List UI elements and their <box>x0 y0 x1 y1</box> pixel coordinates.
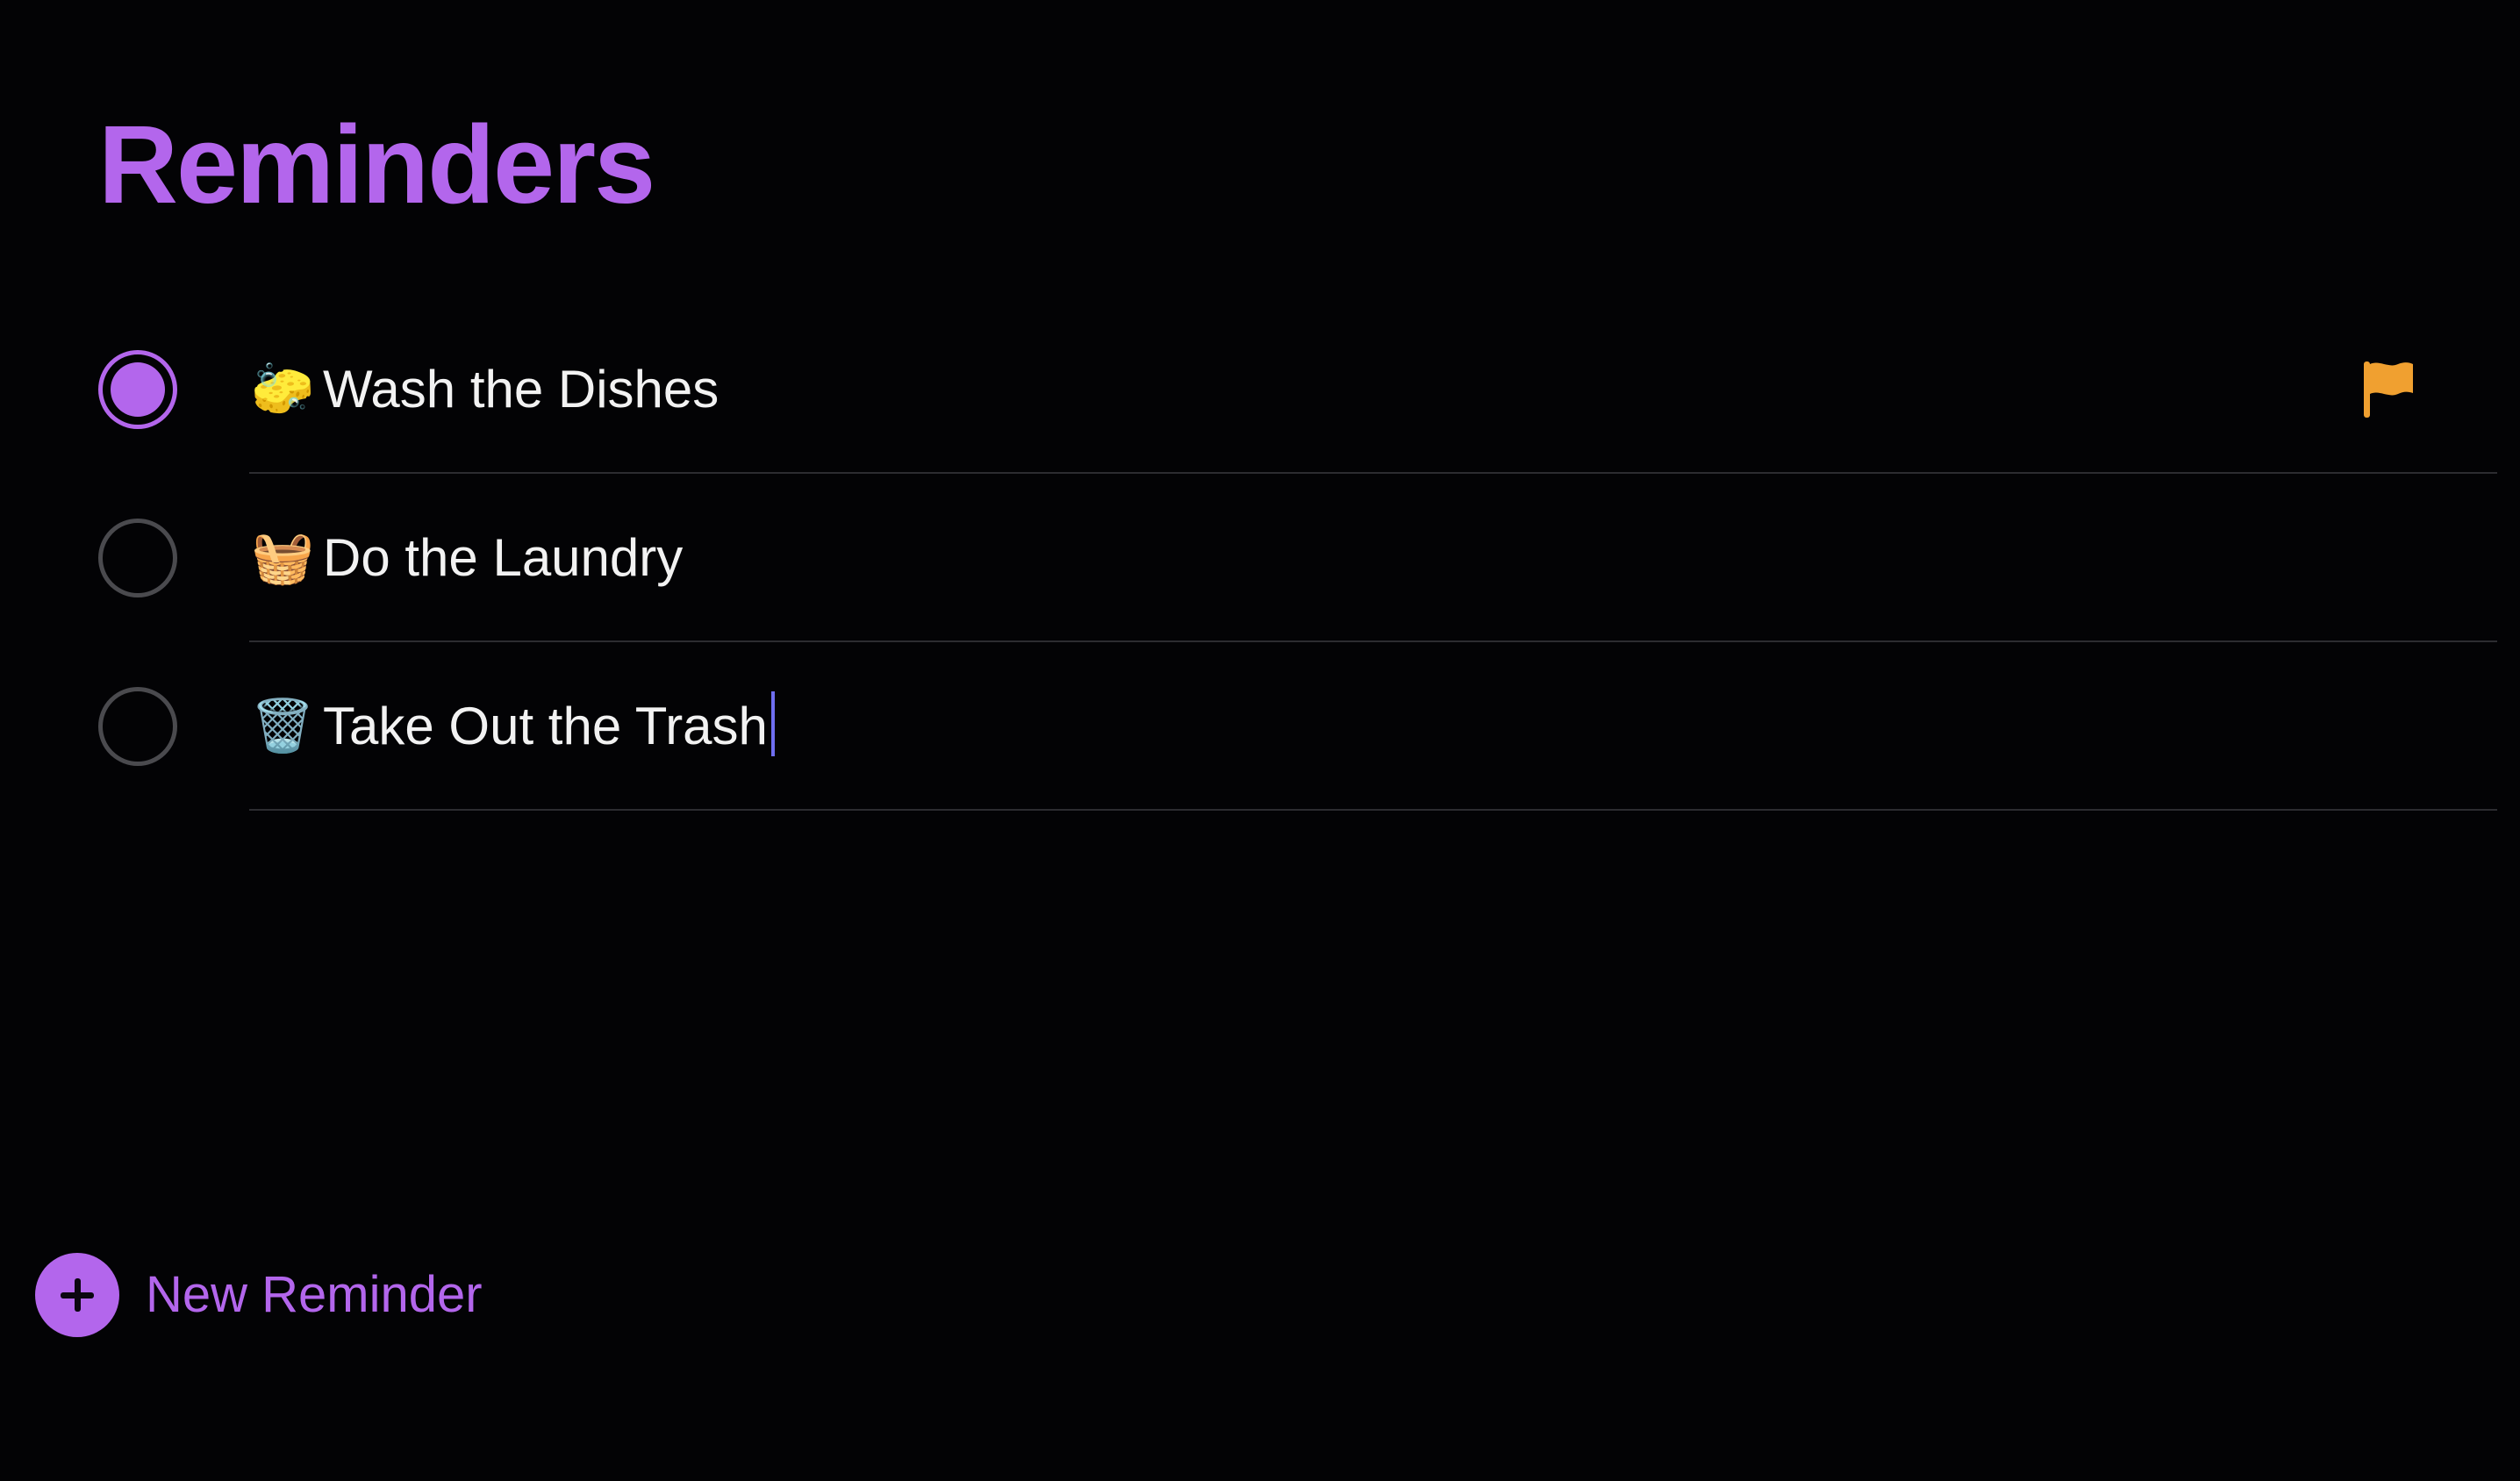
completion-checkbox[interactable] <box>98 687 177 766</box>
sponge-icon: 🧽 <box>251 361 315 418</box>
flag-icon[interactable] <box>2360 358 2416 421</box>
reminder-title[interactable]: Do the Laundry <box>323 516 683 600</box>
reminder-title-text: Take Out the Trash <box>323 697 768 755</box>
completion-checkbox[interactable] <box>98 519 177 597</box>
laundry-basket-icon: 🧺 <box>251 529 315 586</box>
reminder-list: 🧽 Wash the Dishes 🧺 Do the Laundry 🗑️ Ta… <box>0 305 2520 811</box>
page-title: Reminders <box>98 103 655 226</box>
wastebasket-icon: 🗑️ <box>251 698 315 755</box>
completion-checkbox[interactable] <box>98 350 177 429</box>
reminder-row[interactable]: 🧺 Do the Laundry <box>0 474 2520 642</box>
reminder-row[interactable]: 🗑️ Take Out the Trash <box>0 642 2520 811</box>
text-cursor <box>770 691 775 756</box>
reminders-window: Reminders 🧽 Wash the Dishes 🧺 Do the Lau… <box>0 0 2520 1481</box>
new-reminder-button[interactable]: New Reminder <box>35 1253 483 1337</box>
row-divider <box>249 809 2497 811</box>
reminder-title[interactable]: Wash the Dishes <box>323 347 719 432</box>
reminder-row[interactable]: 🧽 Wash the Dishes <box>0 305 2520 474</box>
plus-circle-icon <box>35 1253 119 1337</box>
reminder-title-editing[interactable]: Take Out the Trash <box>323 684 775 769</box>
new-reminder-label: New Reminder <box>146 1266 483 1323</box>
